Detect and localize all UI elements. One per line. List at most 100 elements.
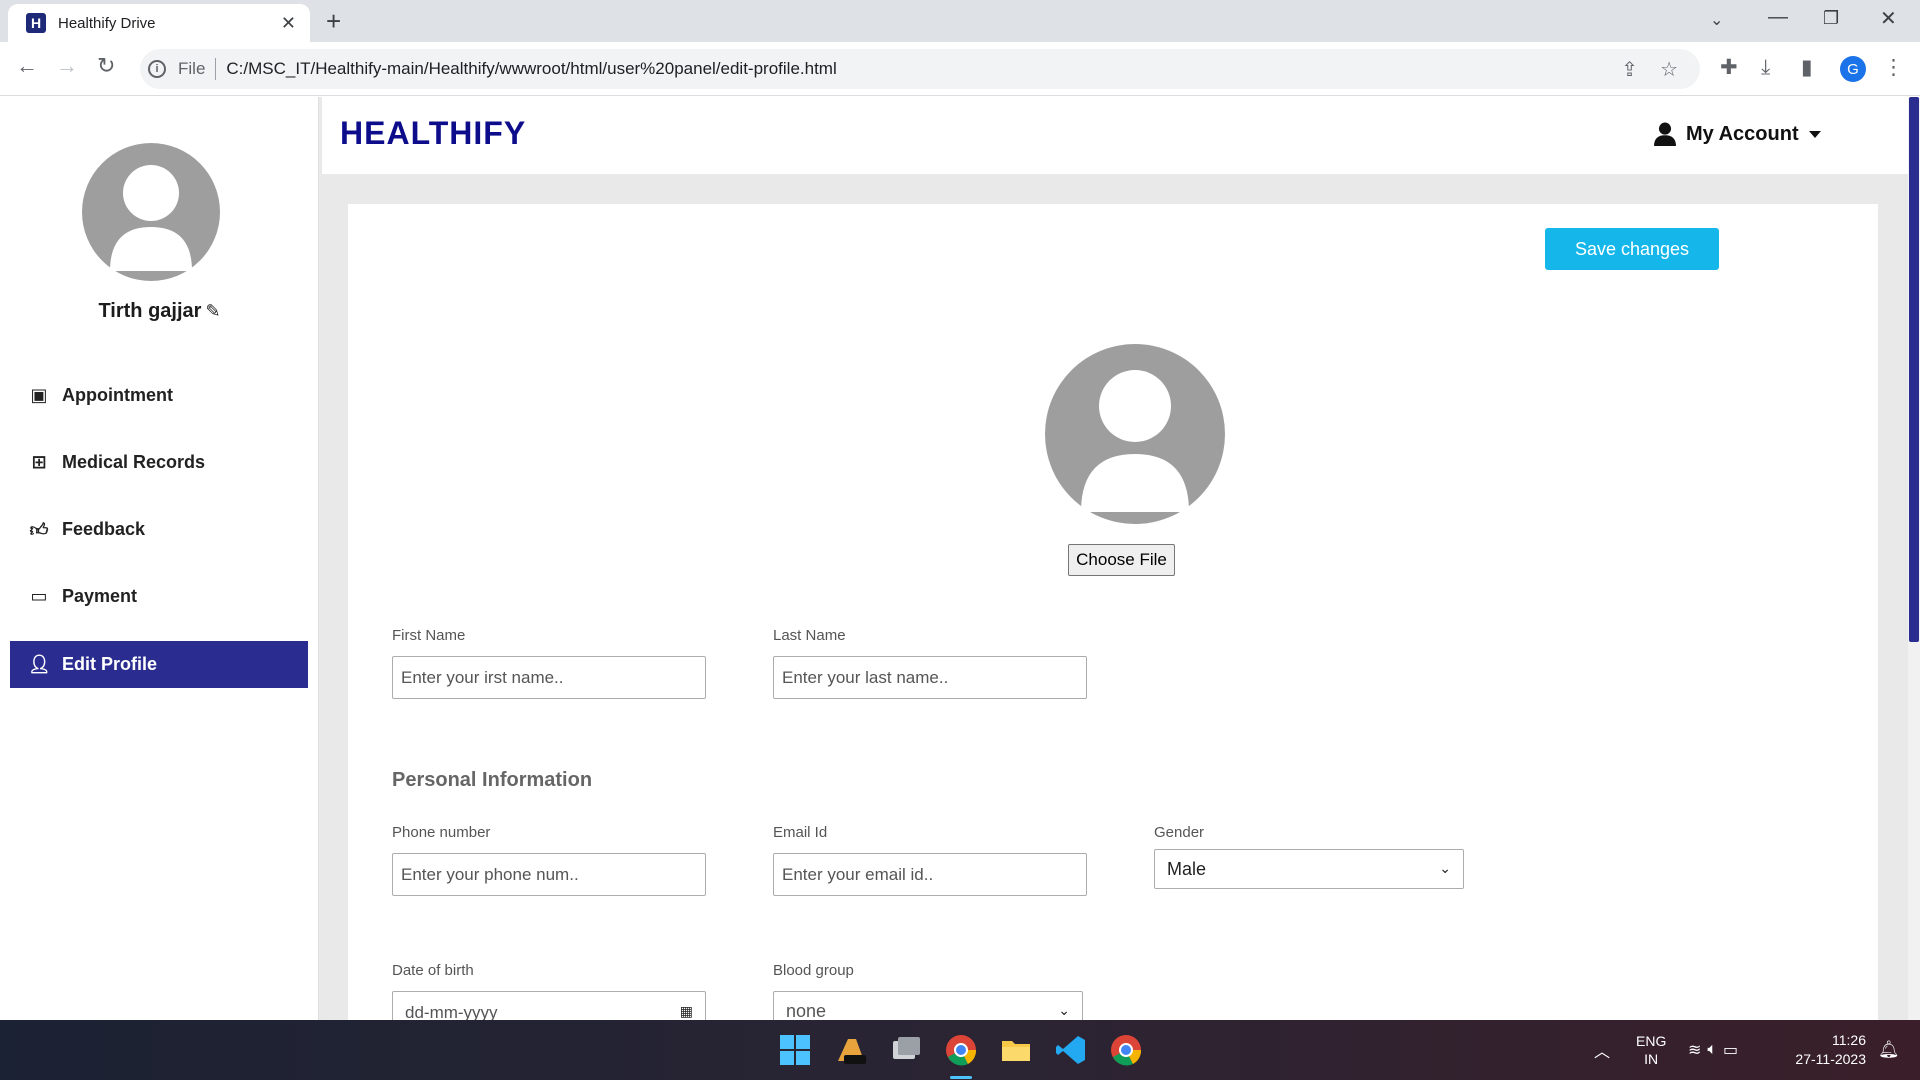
bookmark-star-icon[interactable]: ☆: [1660, 57, 1678, 82]
user-edit-icon: 👤︎: [28, 654, 51, 674]
first-name-label: First Name: [392, 627, 466, 644]
language-indicator[interactable]: ENG IN: [1636, 1020, 1666, 1080]
thumbs-up-icon: 👍︎: [29, 519, 49, 540]
caret-down-icon: [1808, 130, 1821, 138]
brand-logo[interactable]: HEALTHIFY: [340, 115, 526, 152]
wifi-icon: ≋: [1688, 1042, 1708, 1059]
restore-icon[interactable]: ❐: [1823, 8, 1839, 29]
sidebar-item-feedback[interactable]: 👍︎ Feedback: [10, 506, 308, 553]
user-name: Tirth gajjar ✎: [0, 300, 319, 323]
tab-title: Healthify Drive: [58, 14, 156, 32]
back-icon[interactable]: ←: [16, 54, 38, 78]
my-account-label: My Account: [1686, 122, 1799, 145]
sidebar-item-label: Medical Records: [62, 452, 206, 472]
save-changes-button[interactable]: Save changes: [1545, 228, 1719, 270]
lang-region: IN: [1644, 1051, 1659, 1067]
chevron-down-icon: ⌄: [1058, 1002, 1070, 1018]
browser-tab[interactable]: H Healthify Drive ✕: [8, 4, 310, 42]
blood-group-select[interactable]: none ⌄: [773, 991, 1083, 1020]
wifi-volume-battery-icons[interactable]: ≋ 🔈︎ ▭: [1688, 1020, 1744, 1080]
sidebar-avatar-icon: [82, 143, 220, 281]
user-icon: [1654, 122, 1676, 147]
reload-icon[interactable]: ↻: [97, 54, 115, 78]
url-scheme: File: [178, 59, 206, 78]
active-app-indicator: [950, 1076, 972, 1079]
first-name-input[interactable]: [392, 656, 706, 699]
page-viewport: Tirth gajjar ✎ ▣ Appointment ⊞ Medical Re…: [0, 97, 1920, 1020]
dob-placeholder: dd-mm-yyyy: [405, 1002, 498, 1021]
notification-bell-icon[interactable]: 🔔︎: [1878, 1020, 1900, 1080]
clock-date: 27-11-2023: [1795, 1051, 1866, 1067]
email-label: Email Id: [773, 824, 828, 841]
top-header: HEALTHIFY My Account: [322, 97, 1908, 174]
last-name-input[interactable]: [773, 656, 1087, 699]
blood-group-label: Blood group: [773, 962, 854, 979]
gender-label: Gender: [1154, 824, 1205, 841]
close-window-icon[interactable]: ✕: [1880, 6, 1897, 31]
clock[interactable]: 11:26 27-11-2023: [1786, 1020, 1866, 1080]
chevron-down-icon: ⌄: [1439, 860, 1451, 876]
forward-icon[interactable]: →: [56, 54, 78, 78]
new-tab-icon[interactable]: +: [326, 8, 341, 34]
sidebar-item-label: Edit Profile: [62, 654, 158, 674]
windows-start-icon[interactable]: [778, 1033, 812, 1067]
side-panel-icon[interactable]: ▮: [1801, 56, 1813, 80]
edit-profile-card: Save changes Choose File First Name Last…: [348, 204, 1878, 1020]
sidebar-item-label: Appointment: [62, 385, 173, 405]
sidebar-item-medical-records[interactable]: ⊞ Medical Records: [10, 439, 308, 486]
battery-icon: ▭: [1723, 1042, 1745, 1059]
browser-toolbar: ← → ↻ i File C:/MSC_IT/Healthify-main/He…: [0, 42, 1920, 96]
healthify-favicon-icon: H: [26, 13, 46, 33]
calendar-check-icon: ▣: [30, 385, 48, 405]
chrome-icon[interactable]: [944, 1033, 978, 1067]
chrome-profile-icon[interactable]: [1109, 1033, 1143, 1067]
sidebar-item-payment[interactable]: ▭ Payment: [10, 573, 308, 620]
task-view-icon[interactable]: [889, 1033, 923, 1067]
gender-select[interactable]: Male ⌄: [1154, 849, 1464, 889]
profile-avatar[interactable]: G: [1840, 56, 1866, 82]
url-divider: [215, 58, 217, 80]
profile-avatar-icon: [1045, 344, 1225, 524]
sidebar: Tirth gajjar ✎ ▣ Appointment ⊞ Medical Re…: [0, 97, 319, 1020]
volume-icon: 🔈︎: [1707, 1041, 1724, 1058]
dob-input[interactable]: dd-mm-yyyy ▦: [392, 991, 706, 1020]
share-icon[interactable]: ⇪: [1621, 57, 1638, 82]
last-name-label: Last Name: [773, 627, 846, 644]
email-input[interactable]: [773, 853, 1087, 896]
user-name-text: Tirth gajjar: [98, 300, 202, 322]
close-tab-icon[interactable]: ✕: [281, 13, 296, 34]
lang-code: ENG: [1636, 1033, 1667, 1049]
personal-information-heading: Personal Information: [392, 769, 593, 791]
browser-tab-strip: H Healthify Drive ✕ + ⌄ — ❐ ✕: [0, 0, 1920, 42]
sidebar-item-label: Feedback: [62, 519, 146, 539]
edit-name-icon[interactable]: ✎: [205, 301, 220, 321]
medical-file-icon: ⊞: [31, 452, 47, 472]
extensions-puzzle-icon[interactable]: ✚: [1720, 56, 1738, 80]
gender-value: Male: [1167, 858, 1207, 879]
dob-label: Date of birth: [392, 962, 474, 979]
page-scrollbar-thumb[interactable]: [1909, 97, 1919, 642]
phone-input[interactable]: [392, 853, 706, 896]
browser-menu-icon[interactable]: ⋮: [1883, 56, 1904, 80]
clock-time: 11:26: [1832, 1032, 1866, 1048]
credit-card-icon: ▭: [30, 586, 48, 606]
choose-file-button[interactable]: Choose File: [1068, 544, 1175, 576]
phone-label: Phone number: [392, 824, 491, 841]
sidebar-item-appointment[interactable]: ▣ Appointment: [10, 372, 308, 419]
address-bar[interactable]: i File C:/MSC_IT/Healthify-main/Healthif…: [140, 49, 1700, 89]
calendar-icon[interactable]: ▦: [680, 1003, 693, 1020]
tab-search-chevron-icon[interactable]: ⌄: [1710, 10, 1723, 30]
vscode-icon[interactable]: [1054, 1033, 1088, 1067]
sidebar-item-edit-profile[interactable]: 👤︎ Edit Profile: [10, 641, 308, 688]
site-info-icon[interactable]: i: [148, 60, 166, 78]
windows-taskbar: ︿ ENG IN ≋ 🔈︎ ▭ 11:26 27-11-2023 🔔︎: [0, 1020, 1920, 1080]
minimize-icon[interactable]: —: [1768, 6, 1788, 29]
url-text[interactable]: C:/MSC_IT/Healthify-main/Healthify/wwwro…: [226, 59, 1621, 79]
tray-overflow-chevron-icon[interactable]: ︿: [1594, 1020, 1610, 1080]
download-icon[interactable]: ⤓: [1761, 56, 1770, 80]
blood-group-value: none: [786, 1000, 827, 1021]
sidebar-item-label: Payment: [62, 586, 138, 606]
file-explorer-icon[interactable]: [999, 1033, 1033, 1067]
my-account-dropdown[interactable]: My Account: [1654, 122, 1821, 147]
copilot-pre-icon[interactable]: [834, 1033, 868, 1067]
